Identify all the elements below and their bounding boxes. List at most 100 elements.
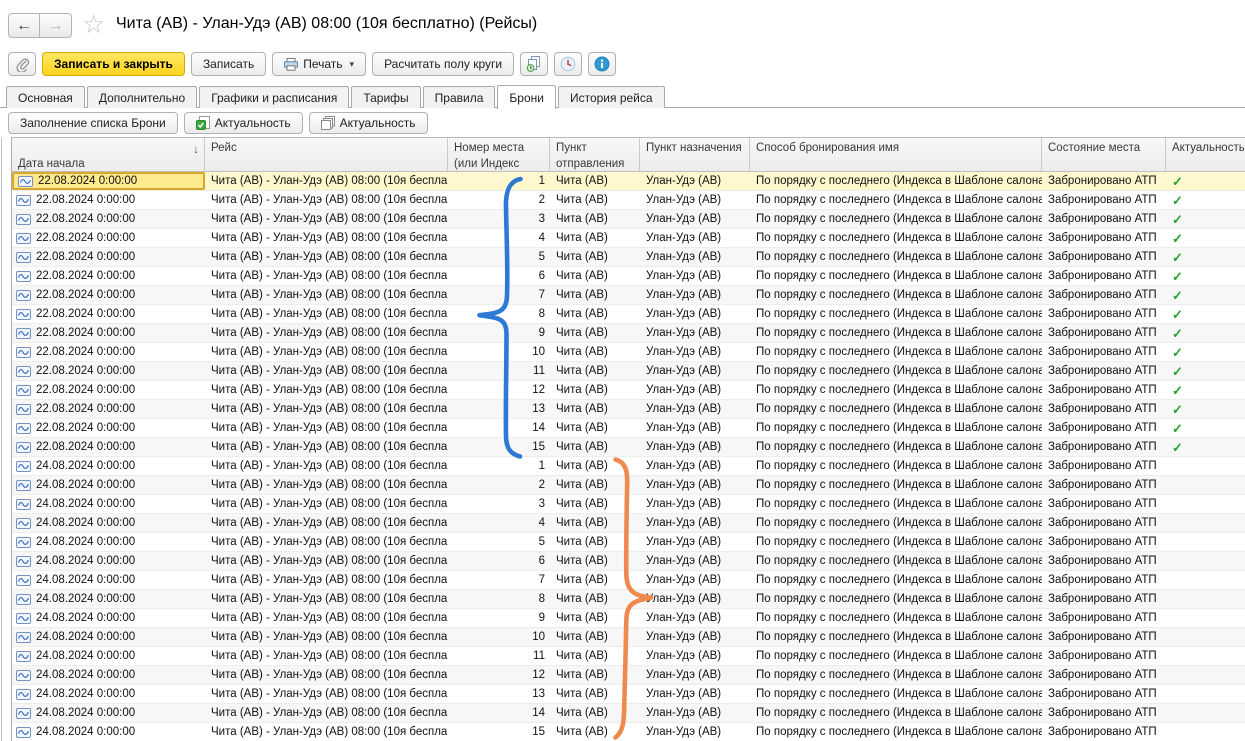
cell-date[interactable]: 24.08.2024 0:00:00 bbox=[12, 533, 205, 551]
cell-destination[interactable]: Улан-Удэ (АВ) bbox=[640, 305, 750, 323]
cell-actuality[interactable] bbox=[1166, 571, 1245, 589]
cell-date[interactable]: 22.08.2024 0:00:00 bbox=[12, 343, 205, 361]
cell-departure[interactable]: Чита (АВ) bbox=[550, 628, 640, 646]
cell-route[interactable]: Чита (АВ) - Улан-Удэ (АВ) 08:00 (10я бес… bbox=[205, 172, 448, 190]
cell-booking-method[interactable]: По порядку с последнего (Индекса в Шабло… bbox=[750, 419, 1042, 437]
cell-booking-method[interactable]: По порядку с последнего (Индекса в Шабло… bbox=[750, 267, 1042, 285]
table-row[interactable]: 24.08.2024 0:00:00Чита (АВ) - Улан-Удэ (… bbox=[12, 514, 1245, 533]
cell-route[interactable]: Чита (АВ) - Улан-Удэ (АВ) 08:00 (10я бес… bbox=[205, 495, 448, 513]
cell-seat-number[interactable]: 9 bbox=[448, 324, 550, 342]
tab-Тарифы[interactable]: Тарифы bbox=[351, 86, 420, 108]
cell-actuality[interactable] bbox=[1166, 647, 1245, 665]
cell-departure[interactable]: Чита (АВ) bbox=[550, 305, 640, 323]
cell-actuality[interactable]: ✓ bbox=[1166, 267, 1245, 285]
cell-seat-number[interactable]: 13 bbox=[448, 685, 550, 703]
cell-destination[interactable]: Улан-Удэ (АВ) bbox=[640, 723, 750, 741]
cell-departure[interactable]: Чита (АВ) bbox=[550, 533, 640, 551]
cell-seat-state[interactable]: Забронировано АТП bbox=[1042, 457, 1166, 475]
cell-booking-method[interactable]: По порядку с последнего (Индекса в Шабло… bbox=[750, 476, 1042, 494]
cell-seat-number[interactable]: 10 bbox=[448, 628, 550, 646]
cell-seat-state[interactable]: Забронировано АТП bbox=[1042, 571, 1166, 589]
cell-departure[interactable]: Чита (АВ) bbox=[550, 666, 640, 684]
cell-seat-number[interactable]: 6 bbox=[448, 267, 550, 285]
cell-route[interactable]: Чита (АВ) - Улан-Удэ (АВ) 08:00 (10я бес… bbox=[205, 210, 448, 228]
cell-seat-state[interactable]: Забронировано АТП bbox=[1042, 191, 1166, 209]
cell-route[interactable]: Чита (АВ) - Улан-Удэ (АВ) 08:00 (10я бес… bbox=[205, 628, 448, 646]
cell-destination[interactable]: Улан-Удэ (АВ) bbox=[640, 533, 750, 551]
cell-booking-method[interactable]: По порядку с последнего (Индекса в Шабло… bbox=[750, 571, 1042, 589]
cell-actuality[interactable]: ✓ bbox=[1166, 210, 1245, 228]
cell-booking-method[interactable]: По порядку с последнего (Индекса в Шабло… bbox=[750, 324, 1042, 342]
cell-departure[interactable]: Чита (АВ) bbox=[550, 571, 640, 589]
column-header-date[interactable]: Дата начала действия ↓ bbox=[12, 138, 205, 171]
cell-booking-method[interactable]: По порядку с последнего (Индекса в Шабло… bbox=[750, 191, 1042, 209]
cell-date[interactable]: 24.08.2024 0:00:00 bbox=[12, 685, 205, 703]
cell-departure[interactable]: Чита (АВ) bbox=[550, 267, 640, 285]
cell-seat-number[interactable]: 10 bbox=[448, 343, 550, 361]
cell-actuality[interactable] bbox=[1166, 590, 1245, 608]
cell-seat-number[interactable]: 2 bbox=[448, 476, 550, 494]
cell-booking-method[interactable]: По порядку с последнего (Индекса в Шабло… bbox=[750, 647, 1042, 665]
cell-departure[interactable]: Чита (АВ) bbox=[550, 609, 640, 627]
cell-actuality[interactable]: ✓ bbox=[1166, 419, 1245, 437]
cell-seat-number[interactable]: 15 bbox=[448, 723, 550, 741]
column-header-method[interactable]: Способ бронирования имя bbox=[750, 138, 1042, 171]
cell-route[interactable]: Чита (АВ) - Улан-Удэ (АВ) 08:00 (10я бес… bbox=[205, 571, 448, 589]
table-row[interactable]: 24.08.2024 0:00:00Чита (АВ) - Улан-Удэ (… bbox=[12, 704, 1245, 723]
cell-departure[interactable]: Чита (АВ) bbox=[550, 210, 640, 228]
cell-actuality[interactable] bbox=[1166, 704, 1245, 722]
cell-destination[interactable]: Улан-Удэ (АВ) bbox=[640, 438, 750, 456]
table-row[interactable]: 22.08.2024 0:00:00Чита (АВ) - Улан-Удэ (… bbox=[12, 210, 1245, 229]
cell-seat-state[interactable]: Забронировано АТП bbox=[1042, 362, 1166, 380]
cell-departure[interactable]: Чита (АВ) bbox=[550, 723, 640, 741]
cell-departure[interactable]: Чита (АВ) bbox=[550, 647, 640, 665]
column-header-actuality[interactable]: Актуальность bbox=[1166, 138, 1245, 171]
cell-seat-number[interactable]: 3 bbox=[448, 495, 550, 513]
cell-seat-number[interactable]: 13 bbox=[448, 400, 550, 418]
cell-date[interactable]: 24.08.2024 0:00:00 bbox=[12, 609, 205, 627]
cell-actuality[interactable]: ✓ bbox=[1166, 248, 1245, 266]
cell-date[interactable]: 22.08.2024 0:00:00 bbox=[12, 172, 205, 190]
tab-Правила[interactable]: Правила bbox=[423, 86, 496, 108]
cell-destination[interactable]: Улан-Удэ (АВ) bbox=[640, 514, 750, 532]
cell-seat-number[interactable]: 5 bbox=[448, 248, 550, 266]
cell-destination[interactable]: Улан-Удэ (АВ) bbox=[640, 267, 750, 285]
save-and-close-button[interactable]: Записать и закрыть bbox=[42, 52, 185, 76]
cell-route[interactable]: Чита (АВ) - Улан-Удэ (АВ) 08:00 (10я бес… bbox=[205, 590, 448, 608]
cell-booking-method[interactable]: По порядку с последнего (Индекса в Шабло… bbox=[750, 609, 1042, 627]
cell-seat-number[interactable]: 7 bbox=[448, 571, 550, 589]
cell-departure[interactable]: Чита (АВ) bbox=[550, 438, 640, 456]
cell-booking-method[interactable]: По порядку с последнего (Индекса в Шабло… bbox=[750, 704, 1042, 722]
cell-booking-method[interactable]: По порядку с последнего (Индекса в Шабло… bbox=[750, 286, 1042, 304]
column-header-seat[interactable]: Номер места (или Индекс места) bbox=[448, 138, 550, 171]
cell-date[interactable]: 24.08.2024 0:00:00 bbox=[12, 514, 205, 532]
cell-date[interactable]: 22.08.2024 0:00:00 bbox=[12, 286, 205, 304]
tab-Основная[interactable]: Основная bbox=[6, 86, 85, 108]
cell-date[interactable]: 24.08.2024 0:00:00 bbox=[12, 723, 205, 741]
cell-route[interactable]: Чита (АВ) - Улан-Удэ (АВ) 08:00 (10я бес… bbox=[205, 381, 448, 399]
cell-departure[interactable]: Чита (АВ) bbox=[550, 324, 640, 342]
cell-route[interactable]: Чита (АВ) - Улан-Удэ (АВ) 08:00 (10я бес… bbox=[205, 400, 448, 418]
cell-route[interactable]: Чита (АВ) - Улан-Удэ (АВ) 08:00 (10я бес… bbox=[205, 552, 448, 570]
cell-departure[interactable]: Чита (АВ) bbox=[550, 457, 640, 475]
table-row[interactable]: 24.08.2024 0:00:00Чита (АВ) - Улан-Удэ (… bbox=[12, 723, 1245, 741]
save-button[interactable]: Записать bbox=[191, 52, 266, 76]
cell-date[interactable]: 24.08.2024 0:00:00 bbox=[12, 628, 205, 646]
cell-route[interactable]: Чита (АВ) - Улан-Удэ (АВ) 08:00 (10я бес… bbox=[205, 362, 448, 380]
tab-История рейса[interactable]: История рейса bbox=[558, 86, 665, 108]
forward-button[interactable]: → bbox=[40, 13, 72, 38]
copy-report-button[interactable] bbox=[520, 52, 548, 76]
table-row[interactable]: 24.08.2024 0:00:00Чита (АВ) - Улан-Удэ (… bbox=[12, 628, 1245, 647]
cell-seat-state[interactable]: Забронировано АТП bbox=[1042, 704, 1166, 722]
cell-date[interactable]: 24.08.2024 0:00:00 bbox=[12, 495, 205, 513]
copy-actuality-button[interactable]: Актуальность bbox=[309, 112, 428, 134]
cell-seat-number[interactable]: 1 bbox=[448, 172, 550, 190]
cell-route[interactable]: Чита (АВ) - Улан-Удэ (АВ) 08:00 (10я бес… bbox=[205, 609, 448, 627]
cell-destination[interactable]: Улан-Удэ (АВ) bbox=[640, 419, 750, 437]
cell-seat-state[interactable]: Забронировано АТП bbox=[1042, 666, 1166, 684]
table-row[interactable]: 24.08.2024 0:00:00Чита (АВ) - Улан-Удэ (… bbox=[12, 476, 1245, 495]
back-button[interactable]: ← bbox=[8, 13, 40, 38]
cell-actuality[interactable]: ✓ bbox=[1166, 305, 1245, 323]
cell-route[interactable]: Чита (АВ) - Улан-Удэ (АВ) 08:00 (10я бес… bbox=[205, 229, 448, 247]
cell-seat-number[interactable]: 4 bbox=[448, 229, 550, 247]
